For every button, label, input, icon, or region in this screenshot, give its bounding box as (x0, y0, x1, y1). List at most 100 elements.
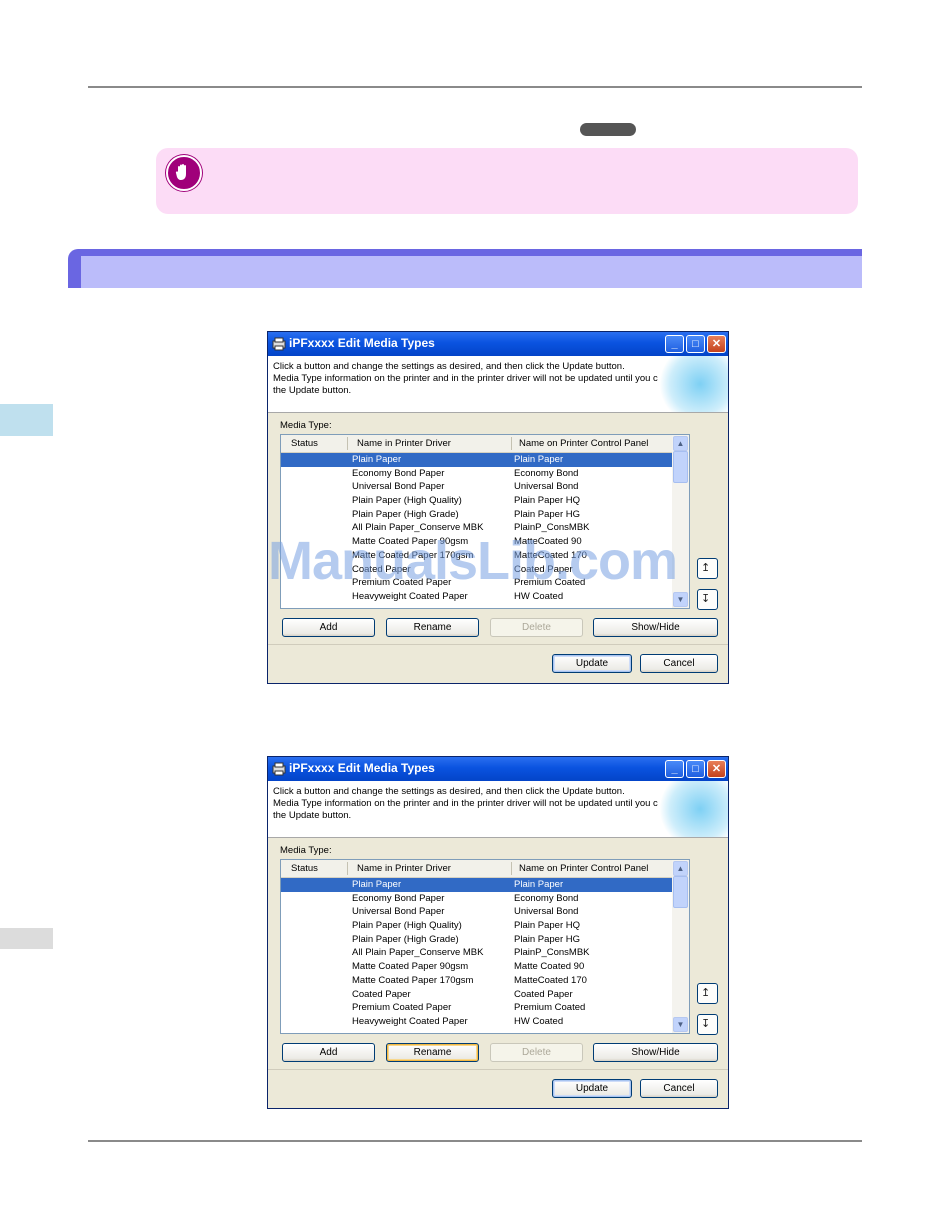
list-row[interactable]: Plain Paper Plain Paper (281, 453, 673, 467)
column-header-status[interactable]: Status (291, 863, 318, 874)
cancel-button[interactable]: Cancel (640, 1079, 718, 1098)
banner-divider (268, 412, 728, 413)
update-button[interactable]: Update (552, 1079, 632, 1098)
rename-button[interactable]: Rename (386, 618, 479, 637)
list-row[interactable]: Plain Paper (High Grade) Plain Paper HG (281, 933, 673, 947)
show-hide-button[interactable]: Show/Hide (593, 1043, 718, 1062)
dialog-title-bar[interactable]: iPFxxxx Edit Media Types _ □ ✕ (268, 332, 728, 356)
scroll-thumb[interactable] (673, 451, 688, 483)
row-panel-name: Matte Coated 90 (514, 961, 585, 973)
list-row[interactable]: Universal Bond Paper Universal Bond (281, 480, 673, 494)
add-button[interactable]: Add (282, 1043, 375, 1062)
move-down-button[interactable]: ↧ (697, 1014, 718, 1035)
row-panel-name: Plain Paper (514, 879, 564, 890)
banner-cube-graphic (658, 781, 728, 837)
list-row[interactable]: Plain Paper (High Grade) Plain Paper HG (281, 508, 673, 522)
move-down-icon: ↧ (701, 593, 711, 605)
edit-media-types-dialog: iPFxxxx Edit Media Types _ □ ✕ Click a b… (267, 331, 729, 684)
watermark-text: ManualsLib.com (268, 531, 678, 591)
scroll-down-arrow-icon[interactable]: ▼ (673, 1017, 688, 1032)
column-divider[interactable] (347, 862, 348, 875)
section-header-inner (81, 256, 862, 288)
list-row[interactable]: Matte Coated Paper 170gsm MatteCoated 170 (281, 974, 673, 988)
list-header: Status Name in Printer Driver Name on Pr… (281, 860, 673, 878)
list-header: Status Name in Printer Driver Name on Pr… (281, 435, 673, 453)
row-driver-name: Economy Bond Paper (352, 467, 445, 479)
scroll-thumb[interactable] (673, 876, 688, 908)
scroll-down-arrow-icon[interactable]: ▼ (673, 592, 688, 607)
column-divider[interactable] (511, 437, 512, 450)
column-header-panel-name[interactable]: Name on Printer Control Panel (519, 438, 648, 449)
column-header-panel-name[interactable]: Name on Printer Control Panel (519, 863, 648, 874)
move-down-button[interactable]: ↧ (697, 589, 718, 610)
banner-cube-graphic (658, 356, 728, 412)
banner-divider (268, 837, 728, 838)
minimize-button[interactable]: _ (665, 335, 684, 353)
banner-line: Click a button and change the settings a… (273, 361, 625, 372)
list-row[interactable]: Plain Paper (High Quality) Plain Paper HQ (281, 919, 673, 933)
list-row[interactable]: Heavyweight Coated Paper HW Coated (281, 1015, 673, 1029)
header-rule (88, 86, 862, 88)
close-button[interactable]: ✕ (707, 335, 726, 353)
cancel-button[interactable]: Cancel (640, 654, 718, 673)
list-row[interactable]: Economy Bond Paper Economy Bond (281, 892, 673, 906)
footer-divider (268, 1069, 728, 1070)
maximize-button[interactable]: □ (686, 760, 705, 778)
list-row[interactable]: Economy Bond Paper Economy Bond (281, 467, 673, 481)
row-panel-name: Coated Paper (514, 988, 573, 1000)
list-row[interactable]: Plain Paper (High Quality) Plain Paper HQ (281, 494, 673, 508)
list-row[interactable]: Universal Bond Paper Universal Bond (281, 905, 673, 919)
list-row[interactable]: All Plain Paper_Conserve MBK PlainP_ConsM… (281, 946, 673, 960)
delete-button[interactable]: Delete (490, 618, 583, 637)
row-driver-name: Plain Paper (High Quality) (352, 920, 462, 932)
media-type-label: Media Type: (280, 420, 332, 431)
scroll-up-arrow-icon[interactable]: ▲ (673, 436, 688, 451)
column-divider[interactable] (347, 437, 348, 450)
close-button[interactable]: ✕ (707, 760, 726, 778)
list-row[interactable]: Plain Paper Plain Paper (281, 878, 673, 892)
vertical-scrollbar[interactable]: ▲ ▼ (672, 860, 689, 1033)
minimize-button[interactable]: _ (665, 760, 684, 778)
banner-line: the Update button. (273, 385, 352, 396)
media-type-label: Media Type: (280, 845, 332, 856)
row-driver-name: Plain Paper (High Grade) (352, 508, 459, 520)
important-note-box (156, 148, 858, 214)
add-button[interactable]: Add (282, 618, 375, 637)
instruction-banner: Click a button and change the settings a… (268, 781, 728, 837)
list-row[interactable]: Coated Paper Coated Paper (281, 988, 673, 1002)
move-up-button[interactable]: ↥ (697, 983, 718, 1004)
media-type-list[interactable]: Status Name in Printer Driver Name on Pr… (280, 859, 690, 1034)
list-row[interactable]: Matte Coated Paper 90gsm Matte Coated 90 (281, 960, 673, 974)
column-header-driver-name[interactable]: Name in Printer Driver (357, 863, 451, 874)
row-panel-name: Universal Bond (514, 481, 579, 493)
move-up-icon: ↥ (701, 562, 711, 574)
maximize-button[interactable]: □ (686, 335, 705, 353)
footer-rule (88, 1140, 862, 1142)
list-row[interactable]: Premium Coated Paper Premium Coated (281, 1001, 673, 1015)
update-button[interactable]: Update (552, 654, 632, 673)
row-panel-name: Economy Bond (514, 467, 579, 479)
column-header-status[interactable]: Status (291, 438, 318, 449)
move-up-button[interactable]: ↥ (697, 558, 718, 579)
row-driver-name: Coated Paper (352, 988, 411, 1000)
row-driver-name: Heavyweight Coated Paper (352, 1015, 468, 1027)
banner-text: Click a button and change the settings a… (273, 786, 693, 822)
dialog-title-bar[interactable]: iPFxxxx Edit Media Types _ □ ✕ (268, 757, 728, 781)
show-hide-button[interactable]: Show/Hide (593, 618, 718, 637)
column-header-driver-name[interactable]: Name in Printer Driver (357, 438, 451, 449)
row-panel-name: Premium Coated (514, 1002, 586, 1014)
row-driver-name: Universal Bond Paper (352, 481, 445, 493)
scroll-up-arrow-icon[interactable]: ▲ (673, 861, 688, 876)
chapter-side-tab (0, 404, 53, 436)
rename-button[interactable]: Rename (386, 1043, 479, 1062)
row-panel-name: Universal Bond (514, 906, 579, 918)
column-divider[interactable] (511, 862, 512, 875)
delete-button[interactable]: Delete (490, 1043, 583, 1062)
row-panel-name: Plain Paper HQ (514, 920, 581, 932)
row-panel-name: Plain Paper HG (514, 933, 581, 945)
row-panel-name: Plain Paper (514, 454, 564, 465)
row-panel-name: Plain Paper HQ (514, 495, 581, 507)
row-driver-name: All Plain Paper_Conserve MBK (352, 947, 484, 959)
banner-line: Click a button and change the settings a… (273, 786, 625, 797)
row-panel-name: Plain Paper HG (514, 508, 581, 520)
